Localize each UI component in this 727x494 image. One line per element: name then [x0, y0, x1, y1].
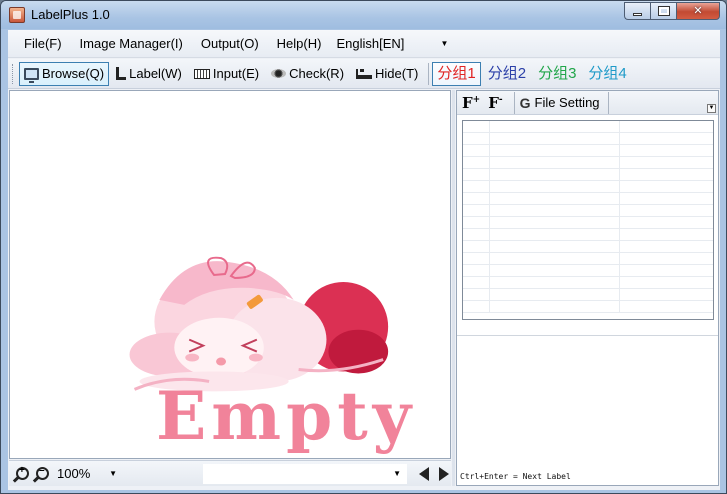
- title-bar[interactable]: LabelPlus 1.0 ✕: [1, 1, 726, 29]
- image-panel[interactable]: Empty: [9, 90, 451, 459]
- font-increase-icon[interactable]: F+: [462, 94, 480, 112]
- keyboard-icon: [193, 68, 210, 79]
- list-row: [463, 133, 713, 145]
- chevron-down-icon: ▼: [109, 469, 117, 478]
- group-2-button[interactable]: 分组2: [483, 62, 531, 86]
- list-row: [463, 157, 713, 169]
- font-decrease-icon[interactable]: F-: [488, 94, 502, 112]
- next-image-icon[interactable]: [439, 466, 449, 481]
- toolbar-separator: [513, 91, 515, 114]
- list-row: [463, 241, 713, 253]
- list-row: [463, 145, 713, 157]
- empty-placeholder-text: Empty: [156, 377, 417, 455]
- group-1-button[interactable]: 分组1: [432, 61, 481, 86]
- check-button[interactable]: Check(R): [266, 62, 349, 86]
- zoom-out-icon[interactable]: –: [36, 465, 49, 480]
- list-row: [463, 121, 713, 133]
- app-window: LabelPlus 1.0 ✕ File(F) Image Manager(I)…: [0, 0, 727, 494]
- label-panel-toolbar: F+ F- G File Setting ▼: [457, 91, 718, 115]
- language-select[interactable]: English[EN] ▼: [334, 34, 450, 54]
- toolbar-separator: [607, 91, 609, 114]
- list-row: [463, 265, 713, 277]
- image-file-select[interactable]: ▼: [203, 463, 407, 484]
- maximize-button[interactable]: [650, 2, 676, 20]
- label-label: Label(W): [129, 66, 182, 81]
- window-controls: ✕: [624, 2, 720, 20]
- check-label: Check(R): [289, 66, 345, 81]
- list-row: [463, 193, 713, 205]
- toolbar-overflow-icon[interactable]: ▼: [707, 104, 716, 113]
- close-button[interactable]: ✕: [676, 2, 720, 20]
- panel-splitter[interactable]: [452, 90, 455, 486]
- label-button[interactable]: Label(W): [111, 62, 187, 86]
- browse-button[interactable]: Browse(Q): [19, 61, 110, 86]
- menu-image-manager[interactable]: Image Manager(I): [71, 30, 192, 58]
- menu-output[interactable]: Output(O): [192, 30, 268, 58]
- list-row: [463, 289, 713, 301]
- language-value: English[EN]: [336, 36, 405, 51]
- menu-bar: File(F) Image Manager(I) Output(O) Help(…: [8, 30, 720, 58]
- toolbar-grip[interactable]: [12, 63, 15, 84]
- menu-file[interactable]: File(F): [15, 30, 71, 58]
- previous-image-icon[interactable]: [419, 466, 429, 481]
- group-3-button[interactable]: 分组3: [533, 62, 581, 86]
- input-button[interactable]: Input(E): [189, 62, 264, 86]
- zoom-level-select[interactable]: 100% ▼: [57, 464, 119, 484]
- monitor-icon: [24, 67, 39, 83]
- list-row: [463, 217, 713, 229]
- bed-icon: [356, 68, 373, 79]
- chevron-down-icon: ▼: [440, 39, 449, 48]
- zoom-level-value: 100%: [57, 466, 91, 481]
- minimize-icon: [633, 13, 642, 16]
- list-row: [463, 277, 713, 289]
- label-list[interactable]: [462, 120, 714, 320]
- hide-label: Hide(T): [375, 66, 419, 81]
- close-icon: ✕: [693, 5, 703, 17]
- minimize-button[interactable]: [624, 2, 650, 20]
- shortcut-hint: Ctrl+Enter = Next Label: [460, 472, 571, 481]
- menu-help[interactable]: Help(H): [268, 30, 331, 58]
- label-icon: [116, 67, 127, 80]
- browse-label: Browse(Q): [42, 66, 105, 81]
- window-title: LabelPlus 1.0: [31, 7, 110, 22]
- hide-button[interactable]: Hide(T): [351, 62, 423, 86]
- zoom-bar: + – 100% ▼ ▼: [9, 460, 451, 486]
- file-setting-button[interactable]: File Setting: [535, 95, 600, 110]
- mode-toolbar: Browse(Q) Label(W) Input(E) Check(R) Hid…: [8, 59, 720, 89]
- app-icon: [9, 7, 25, 23]
- list-row: [463, 229, 713, 241]
- label-panel: F+ F- G File Setting ▼ Ctrl+Enter = Next…: [456, 90, 719, 486]
- input-label: Input(E): [212, 66, 260, 81]
- list-row: [463, 205, 713, 217]
- list-row: [463, 301, 713, 313]
- client-area: File(F) Image Manager(I) Output(O) Help(…: [8, 30, 720, 490]
- list-row: [463, 181, 713, 193]
- file-setting-icon: G: [519, 94, 531, 111]
- list-row: [463, 253, 713, 265]
- chevron-down-icon: ▼: [393, 469, 401, 478]
- eye-icon: [271, 69, 287, 78]
- text-area-divider: [457, 335, 718, 336]
- zoom-in-icon[interactable]: +: [16, 465, 29, 480]
- group-4-button[interactable]: 分组4: [583, 62, 631, 86]
- toolbar-separator: [428, 62, 430, 85]
- list-row: [463, 169, 713, 181]
- maximize-icon: [658, 6, 670, 16]
